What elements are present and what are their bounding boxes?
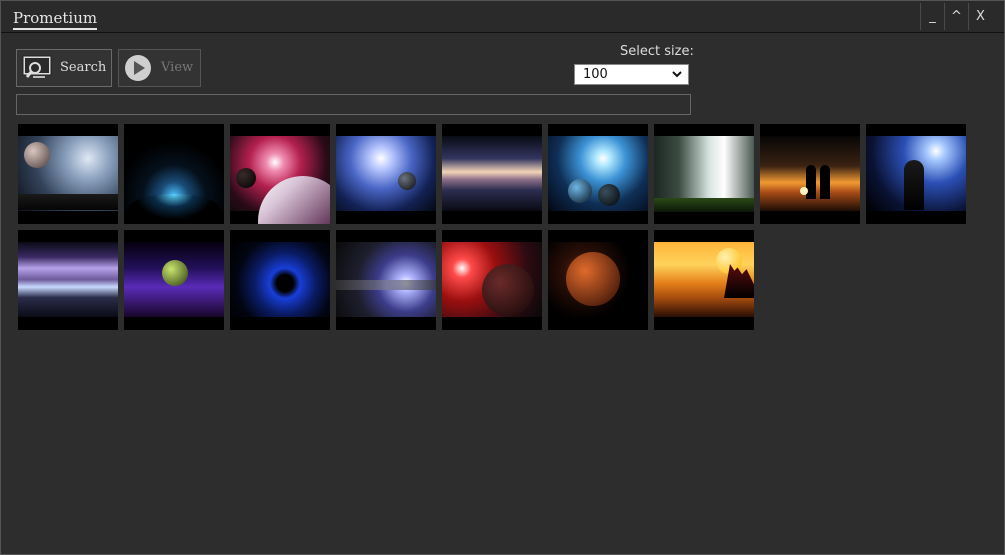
thumbnail-3[interactable] <box>230 124 330 224</box>
title-bar: Prometium _ ^ X <box>1 1 1004 33</box>
thumbnail-12[interactable] <box>230 230 330 330</box>
size-select[interactable]: 100 <box>574 64 689 85</box>
thumbnail-10[interactable] <box>18 230 118 330</box>
search-button-label: Search <box>60 60 107 75</box>
thumbnail-13[interactable] <box>336 230 436 330</box>
thumbnail-4[interactable] <box>336 124 436 224</box>
chevron-down-icon <box>672 68 682 84</box>
minimize-button[interactable]: _ <box>920 3 944 30</box>
window-title: Prometium <box>13 9 98 30</box>
size-select-value: 100 <box>583 67 608 82</box>
thumbnail-15[interactable] <box>548 230 648 330</box>
thumbnail-8[interactable] <box>760 124 860 224</box>
thumbnail-16[interactable] <box>654 230 754 330</box>
maximize-button[interactable]: ^ <box>944 3 968 30</box>
thumbnail-9[interactable] <box>866 124 966 224</box>
search-button[interactable]: Search <box>16 49 112 87</box>
thumbnail-14[interactable] <box>442 230 542 330</box>
search-input[interactable] <box>16 94 691 115</box>
thumbnail-11[interactable] <box>124 230 224 330</box>
view-button-label: View <box>161 60 194 75</box>
close-button[interactable]: X <box>968 3 992 30</box>
play-icon <box>124 54 152 82</box>
thumbnail-7[interactable] <box>654 124 754 224</box>
search-monitor-icon <box>22 55 52 81</box>
app-window: Prometium _ ^ X Search View Select size: <box>0 0 1005 555</box>
thumbnail-6[interactable] <box>548 124 648 224</box>
thumbnail-1[interactable] <box>18 124 118 224</box>
thumbnail-2[interactable] <box>124 124 224 224</box>
thumbnail-5[interactable] <box>442 124 542 224</box>
select-size-label: Select size: <box>620 44 694 59</box>
view-button[interactable]: View <box>118 49 201 87</box>
